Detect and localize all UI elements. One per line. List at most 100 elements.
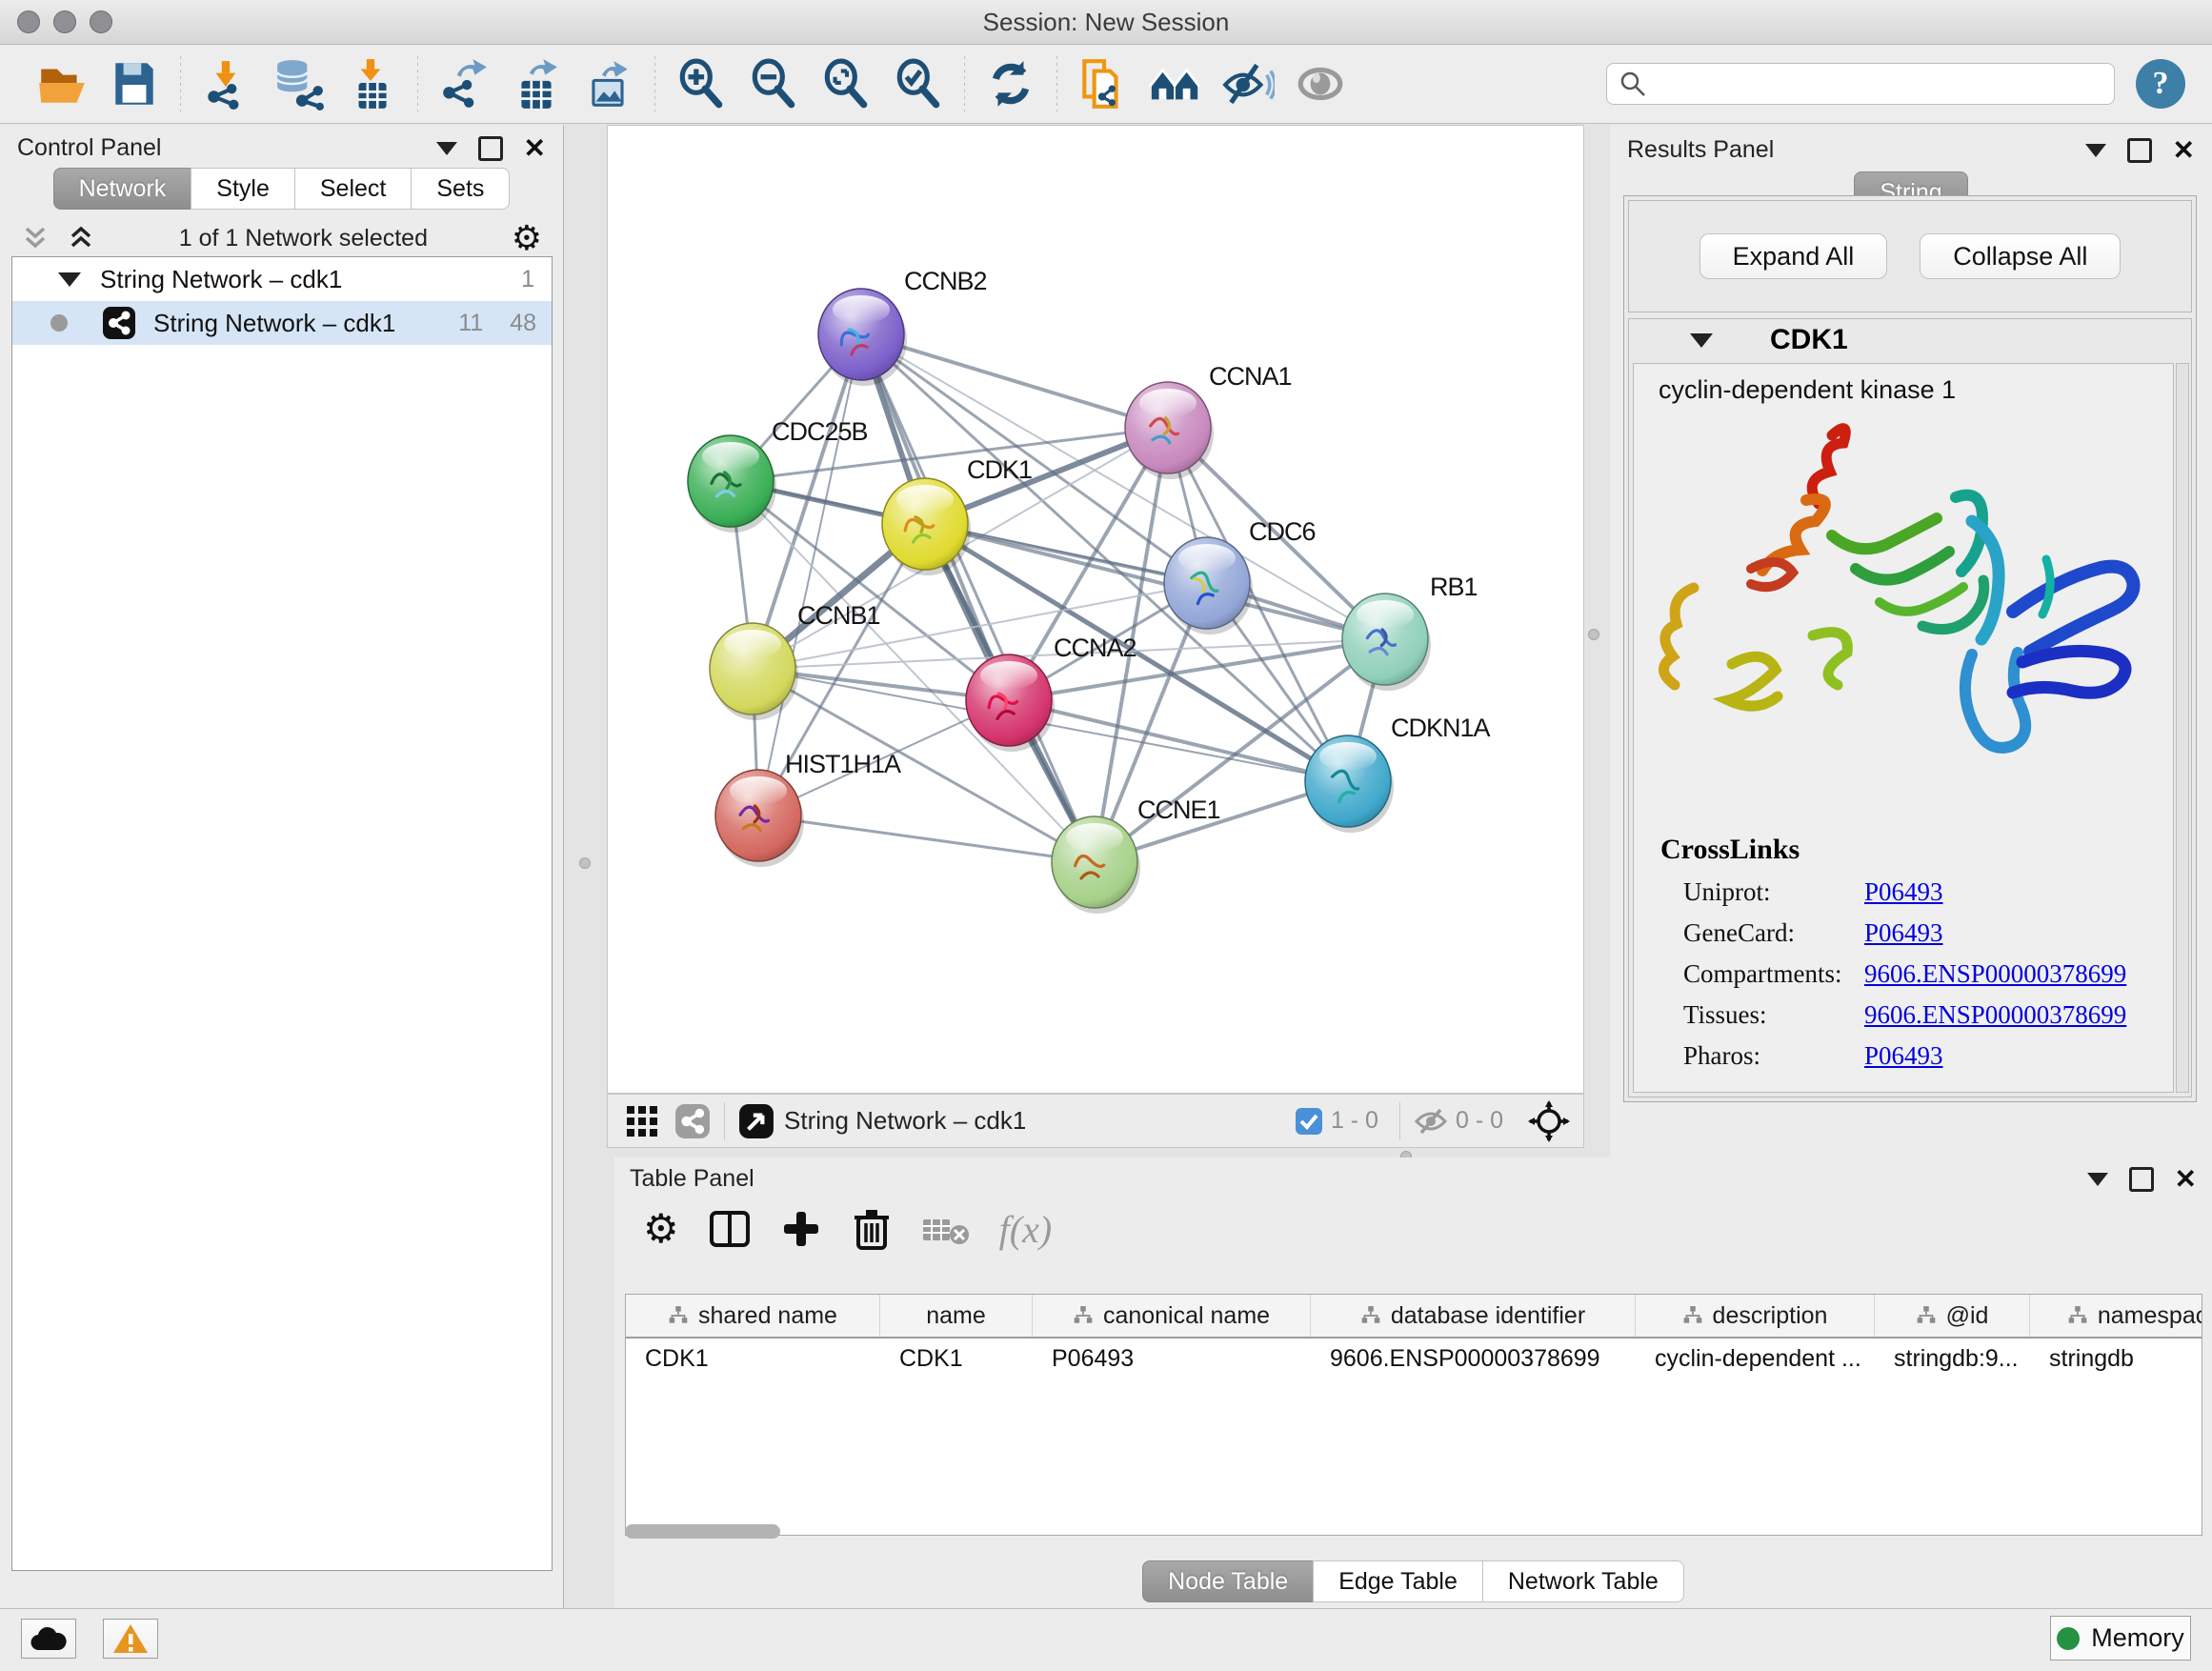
network-options-gear-icon[interactable]: ⚙ [512, 221, 542, 255]
show-all-button[interactable] [1293, 55, 1348, 112]
table-cell[interactable]: 9606.ENSP00000378699 [1311, 1339, 1636, 1380]
node-CDKN1A[interactable]: CDKN1A [1305, 714, 1491, 833]
panel-collapse-icon[interactable] [2087, 1173, 2108, 1186]
crosslink-link[interactable]: 9606.ENSP00000378699 [1864, 959, 2173, 989]
table-options-gear-icon[interactable]: ⚙ [643, 1212, 679, 1246]
network-graph[interactable]: CCNB2CCNA1CDC25BCDK1CDC6RB1CCNB1CCNA2CDK… [608, 126, 1583, 1093]
table-cell[interactable]: cyclin-dependent ... [1636, 1339, 1875, 1380]
crosslink-link[interactable]: P06493 [1864, 877, 2173, 907]
panel-close-icon[interactable]: ✕ [2175, 1170, 2197, 1189]
warnings-button[interactable] [103, 1619, 158, 1659]
edge-CCNB2-HIST1H1A[interactable] [758, 334, 861, 815]
table-cell[interactable]: CDK1 [880, 1339, 1033, 1380]
column-header-name[interactable]: name [880, 1295, 1033, 1337]
crosslink-link[interactable]: 9606.ENSP00000378699 [1864, 1000, 2173, 1030]
column-header--id[interactable]: @id [1875, 1295, 2030, 1337]
table-cell[interactable]: P06493 [1033, 1339, 1311, 1380]
node-CCNB1[interactable]: CCNB1 [710, 601, 880, 720]
tab-network-table[interactable]: Network Table [1482, 1560, 1684, 1602]
zoom-in-button[interactable] [674, 55, 729, 112]
node-HIST1H1A[interactable]: HIST1H1A [715, 750, 901, 867]
left-splitter-handle[interactable] [579, 857, 591, 869]
panel-close-icon[interactable]: ✕ [524, 139, 546, 158]
export-network-button[interactable] [436, 55, 492, 112]
delete-column-icon[interactable] [851, 1206, 893, 1252]
clone-network-button[interactable] [1076, 55, 1131, 112]
show-columns-icon[interactable] [708, 1207, 752, 1251]
memory-button[interactable]: Memory [2050, 1616, 2191, 1661]
network-canvas[interactable]: CCNB2CCNA1CDC25BCDK1CDC6RB1CCNB1CCNA2CDK… [607, 125, 1584, 1094]
save-session-button[interactable] [107, 55, 162, 112]
panel-collapse-icon[interactable] [2085, 144, 2106, 157]
collapse-all-icon[interactable] [21, 225, 50, 252]
grid-view-icon[interactable] [625, 1104, 659, 1138]
tab-style[interactable]: Style [191, 168, 295, 210]
show-graphics-details-button[interactable] [1148, 55, 1203, 112]
zoom-out-button[interactable] [746, 55, 801, 112]
add-column-icon[interactable] [780, 1208, 822, 1250]
results-scrollbar[interactable] [2176, 363, 2189, 1093]
panel-float-icon[interactable] [2129, 1167, 2154, 1192]
zoom-selected-button[interactable] [891, 55, 946, 112]
edge-CDK1-RB1[interactable] [925, 524, 1385, 639]
collection-count: 1 [521, 266, 534, 293]
open-file-button[interactable] [34, 55, 90, 112]
expand-all-button[interactable]: Expand All [1699, 233, 1888, 279]
panel-close-icon[interactable]: ✕ [2173, 141, 2195, 160]
tab-sets[interactable]: Sets [411, 168, 510, 210]
network-view-icon[interactable] [674, 1103, 711, 1139]
zoom-fit-button[interactable] [818, 55, 874, 112]
table-horizontal-scrollbar[interactable] [625, 1524, 780, 1539]
tab-edge-table[interactable]: Edge Table [1313, 1560, 1483, 1602]
node-CDK1[interactable]: CDK1 [882, 455, 1032, 575]
edge-CCNB2-CCNE1[interactable] [861, 334, 1095, 862]
node-CCNE1[interactable]: CCNE1 [1052, 795, 1220, 914]
panel-collapse-icon[interactable] [436, 142, 457, 155]
tab-select[interactable]: Select [294, 168, 412, 210]
edge-HIST1H1A-CCNE1[interactable] [758, 815, 1095, 862]
node-RB1[interactable]: RB1 [1342, 573, 1478, 691]
edge-CCNB2-CCNA1[interactable] [861, 334, 1168, 428]
detach-view-icon[interactable] [738, 1103, 774, 1139]
import-network-database-button[interactable] [271, 55, 327, 112]
column-header-description[interactable]: description [1636, 1295, 1875, 1337]
crosslink-link[interactable]: P06493 [1864, 1041, 2173, 1071]
column-header-shared-name[interactable]: shared name [626, 1295, 880, 1337]
search-input[interactable] [1647, 70, 2102, 98]
collection-expander-icon[interactable] [58, 272, 81, 287]
edge-CCNA2-CDKN1A[interactable] [1009, 700, 1348, 781]
table-cell[interactable]: CDK1 [626, 1339, 880, 1380]
selected-nodes-checkbox-icon[interactable] [1295, 1107, 1323, 1136]
refresh-button[interactable] [983, 55, 1038, 112]
import-table-file-button[interactable] [344, 55, 399, 112]
node-CCNA1[interactable]: CCNA1 [1125, 362, 1292, 479]
crosslink-link[interactable]: P06493 [1864, 918, 2173, 948]
hide-selected-button[interactable] [1220, 55, 1276, 112]
birds-eye-view-icon[interactable] [1528, 1100, 1570, 1142]
column-header-database-identifier[interactable]: database identifier [1311, 1295, 1636, 1337]
panel-float-icon[interactable] [478, 136, 503, 161]
expand-all-icon[interactable] [67, 225, 95, 252]
column-header-label: description [1713, 1302, 1828, 1330]
right-splitter-handle[interactable] [1588, 629, 1599, 640]
table-row[interactable]: CDK1CDK1P064939606.ENSP00000378699cyclin… [626, 1339, 2202, 1380]
collapse-all-button[interactable]: Collapse All [1920, 233, 2121, 279]
cloud-button[interactable] [21, 1619, 76, 1659]
gene-expander-icon[interactable] [1690, 333, 1713, 348]
tab-network[interactable]: Network [53, 168, 192, 210]
node-table[interactable]: shared namenamecanonical namedatabase id… [625, 1294, 2202, 1536]
import-network-file-button[interactable] [199, 55, 254, 112]
export-table-button[interactable] [509, 55, 564, 112]
help-button[interactable]: ? [2136, 59, 2185, 109]
table-cell[interactable]: stringdb [2030, 1339, 2202, 1380]
network-row-selected[interactable]: String Network – cdk1 11 48 [12, 301, 552, 345]
node-CCNB2[interactable]: CCNB2 [818, 267, 987, 386]
tab-node-table[interactable]: Node Table [1142, 1560, 1314, 1602]
table-cell[interactable]: stringdb:9... [1875, 1339, 2030, 1380]
network-collection-row[interactable]: String Network – cdk1 1 [12, 257, 552, 301]
hidden-eye-icon[interactable] [1414, 1107, 1448, 1136]
panel-float-icon[interactable] [2127, 138, 2152, 163]
column-header-namespace[interactable]: namespace [2030, 1295, 2202, 1337]
export-image-button[interactable] [581, 55, 636, 112]
column-header-canonical-name[interactable]: canonical name [1033, 1295, 1311, 1337]
